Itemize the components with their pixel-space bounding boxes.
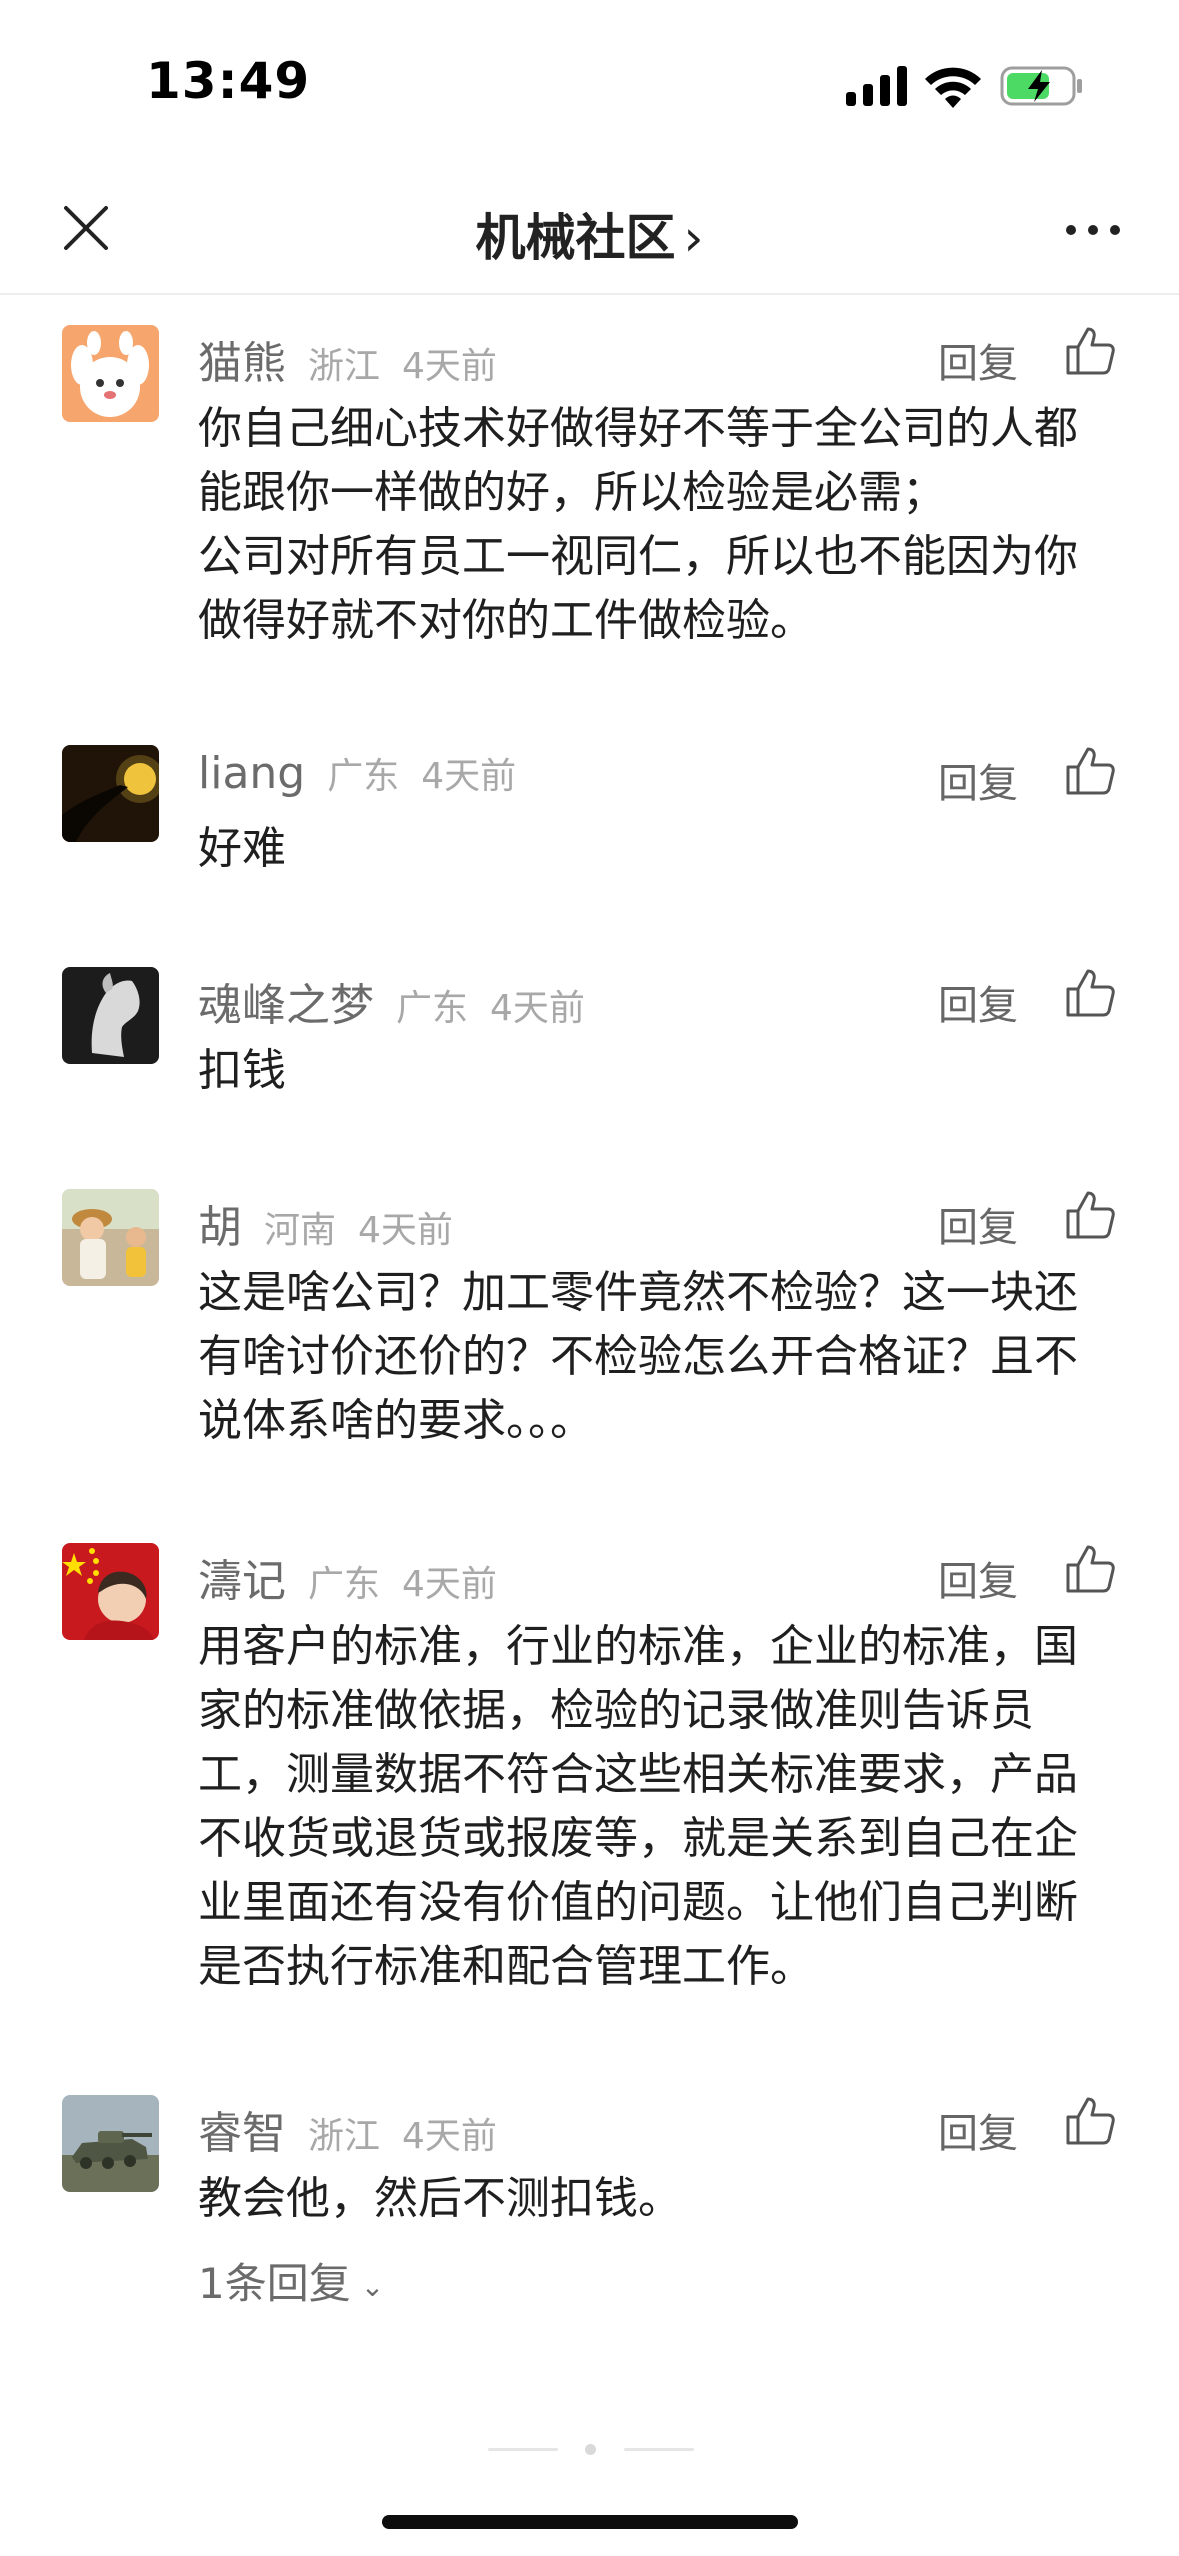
- thumbs-up-icon[interactable]: [1064, 2095, 1116, 2147]
- status-bar: 13:49: [0, 0, 1179, 170]
- thumbs-up-icon[interactable]: [1064, 1543, 1116, 1595]
- avatar[interactable]: [62, 967, 159, 1064]
- comment-line: 说体系啥的要求。。。: [198, 1395, 594, 1446]
- comment-line: 你自己细心技术好做得好不等于全公司的人都: [198, 403, 1078, 454]
- comment-line: 工，测量数据不符合这些相关标准要求，产品: [198, 1749, 1078, 1800]
- comment-text: 你自己细心技术好做得好不等于全公司的人都 能跟你一样做的好，所以检验是必需； 公…: [198, 397, 1118, 653]
- comment-header: 睿智 浙江 4天前: [198, 2097, 497, 2159]
- comment-header: 濤记 广东 4天前: [198, 1545, 497, 1607]
- wifi-icon: [925, 67, 981, 108]
- chevron-down-icon: ⌄: [360, 2270, 385, 2303]
- comment-author[interactable]: 猫熊: [198, 327, 286, 391]
- comment-line: 教会他，然后不测扣钱。: [198, 2173, 682, 2224]
- reply-button[interactable]: 回复: [938, 973, 1018, 1031]
- comment-line: 业里面还有没有价值的问题。让他们自己判断: [198, 1877, 1078, 1928]
- comment-location: 河南: [264, 1210, 337, 1251]
- comment-line: 能跟你一样做的好，所以检验是必需；: [198, 467, 946, 518]
- comment-text: 这是啥公司？加工零件竟然不检验？这一块还 有啥讨价还价的？不检验怎么开合格证？且…: [198, 1261, 1118, 1453]
- comment-author[interactable]: 睿智: [198, 2097, 286, 2161]
- community-title-link[interactable]: 机械社区 ›: [0, 198, 1179, 270]
- avatar[interactable]: [62, 2095, 159, 2192]
- thumbs-up-icon[interactable]: [1064, 967, 1116, 1019]
- comment-text: 用客户的标准，行业的标准，企业的标准，国 家的标准做依据，检验的记录做准则告诉员…: [198, 1615, 1118, 1999]
- reply-button[interactable]: 回复: [938, 751, 1018, 809]
- thumbs-up-icon[interactable]: [1064, 325, 1116, 377]
- comment-location: 浙江: [308, 346, 381, 387]
- signal-icon: [846, 66, 907, 106]
- thumbs-up-icon[interactable]: [1064, 745, 1116, 797]
- reply-button[interactable]: 回复: [938, 2101, 1018, 2159]
- comment-author[interactable]: liang: [198, 748, 305, 799]
- avatar[interactable]: [62, 745, 159, 842]
- page-title: 机械社区: [475, 209, 676, 267]
- home-indicator[interactable]: [382, 2515, 798, 2529]
- avatar[interactable]: [62, 1543, 159, 1640]
- page-indicator-dot: [585, 2444, 596, 2455]
- avatar[interactable]: [62, 325, 159, 422]
- view-replies-button[interactable]: 1条回复 ⌄: [198, 2250, 384, 2311]
- comment-author[interactable]: 魂峰之梦: [198, 969, 374, 1033]
- comment-time: 4天前: [358, 1210, 453, 1251]
- comment-header: liang 广东 4天前: [198, 747, 516, 803]
- chevron-right-icon: ›: [683, 209, 704, 267]
- comment-time: 4天前: [402, 346, 497, 387]
- comment-location: 浙江: [308, 2116, 381, 2157]
- comment-text: 扣钱: [198, 1039, 1118, 1103]
- comment-text: 好难: [198, 817, 1118, 881]
- comment-location: 广东: [327, 756, 400, 797]
- replies-count-label: 1条回复: [198, 2259, 351, 2308]
- comment-line: 公司对所有员工一视同仁，所以也不能因为你: [198, 531, 1078, 582]
- comment-line: 这是啥公司？加工零件竟然不检验？这一块还: [198, 1267, 1078, 1318]
- comment-line: 做得好就不对你的工件做检验。: [198, 595, 814, 646]
- comment-author[interactable]: 胡: [198, 1191, 242, 1255]
- comment-time: 4天前: [490, 988, 585, 1029]
- comment-header: 魂峰之梦 广东 4天前: [198, 969, 585, 1031]
- comment-header: 猫熊 浙江 4天前: [198, 327, 497, 389]
- comment-line: 扣钱: [198, 1045, 286, 1096]
- avatar[interactable]: [62, 1189, 159, 1286]
- more-icon[interactable]: [1064, 210, 1122, 250]
- comment-line: 有啥讨价还价的？不检验怎么开合格证？且不: [198, 1331, 1078, 1382]
- comment-time: 4天前: [402, 2116, 497, 2157]
- comment-location: 广东: [396, 988, 469, 1029]
- comment-line: 用客户的标准，行业的标准，企业的标准，国: [198, 1621, 1078, 1672]
- comment-author[interactable]: 濤记: [198, 1545, 286, 1609]
- comment-time: 4天前: [402, 1564, 497, 1605]
- comment-line: 家的标准做依据，检验的记录做准则告诉员: [198, 1685, 1034, 1736]
- comment-text: 教会他，然后不测扣钱。: [198, 2167, 1118, 2231]
- thumbs-up-icon[interactable]: [1064, 1189, 1116, 1241]
- comment-line: 不收货或退货或报废等，就是关系到自己在企: [198, 1813, 1078, 1864]
- comment-location: 广东: [308, 1564, 381, 1605]
- comment-time: 4天前: [421, 756, 517, 797]
- nav-bar: 机械社区 ›: [0, 170, 1179, 295]
- reply-button[interactable]: 回复: [938, 331, 1018, 389]
- battery-charging-icon: [1000, 66, 1082, 106]
- page-indicator-dash: [624, 2448, 694, 2451]
- comment-line: 是否执行标准和配合管理工作。: [198, 1941, 814, 1992]
- reply-button[interactable]: 回复: [938, 1195, 1018, 1253]
- reply-button[interactable]: 回复: [938, 1549, 1018, 1607]
- comment-line: 好难: [198, 823, 286, 874]
- page-indicator-dash: [488, 2448, 558, 2451]
- status-time: 13:49: [146, 52, 311, 110]
- page-indicator: [488, 2442, 694, 2456]
- comment-header: 胡 河南 4天前: [198, 1191, 453, 1253]
- comments-page: 13:49 机械社区 › 猫熊 浙江 4天前 回复 你自己细心技术好做得好不等于…: [0, 0, 1179, 2556]
